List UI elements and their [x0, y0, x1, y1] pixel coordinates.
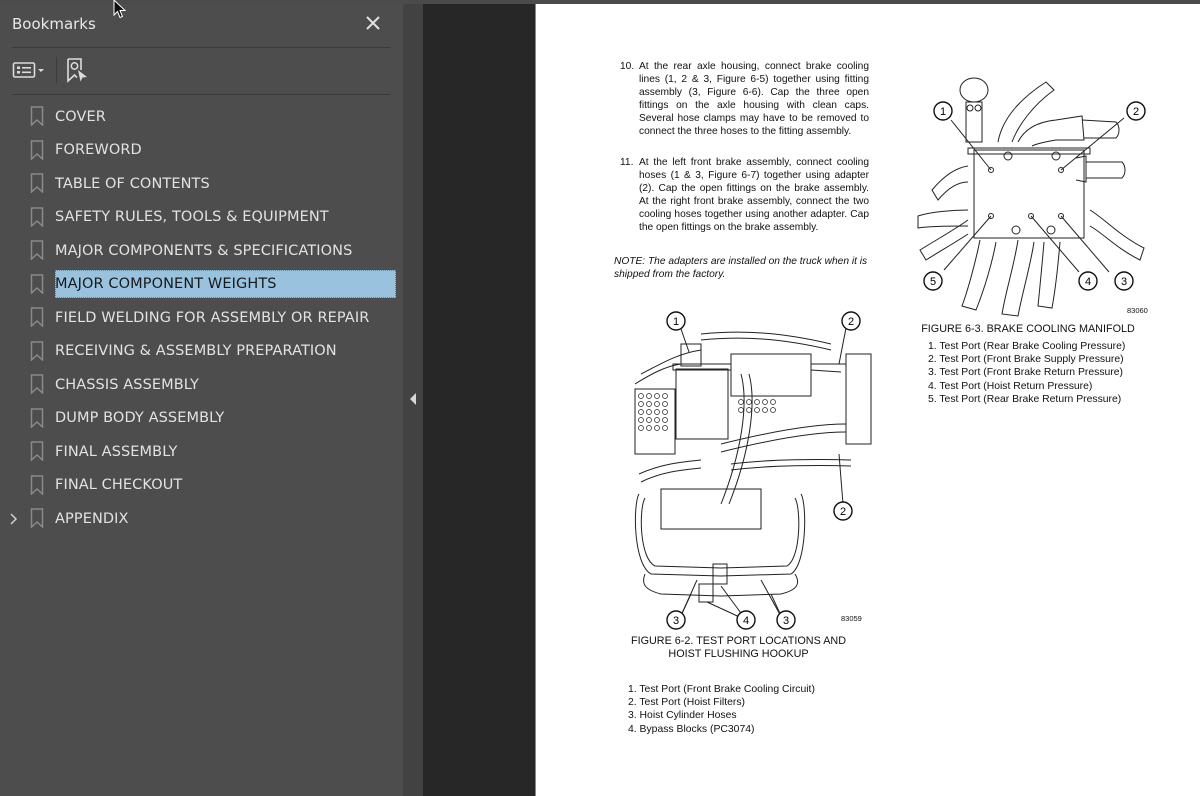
bookmark-icon: [30, 508, 44, 528]
bookmark-label: FOREWORD: [55, 142, 142, 159]
callout-4: 4: [1085, 276, 1091, 288]
legend-item: 1. Test Port (Front Brake Cooling Circui…: [628, 684, 815, 695]
header-divider: [12, 47, 390, 48]
legend-item: 1. Test Port (Rear Brake Cooling Pressur…: [928, 341, 1126, 352]
legend-item: 5. Test Port (Rear Brake Return Pressure…: [928, 393, 1122, 405]
figure-6-2-legend: 1. Test Port (Front Brake Cooling Circui…: [628, 683, 815, 736]
pdf-page: 10. At the rear axle housing, connect br…: [535, 4, 1200, 796]
bookmark-icon: [30, 340, 44, 361]
step-text: At the left front brake assembly, connec…: [639, 157, 869, 233]
bookmark-icon: [30, 206, 44, 227]
legend-item: 3. Test Port (Front Brake Return Pressur…: [928, 367, 1123, 379]
figure-6-3-drawing: 1 2 3 4 5: [917, 77, 1146, 317]
bookmark-icon: [30, 307, 44, 327]
bookmark-list: COVER FOREWORD TABLE OF CONTENTS SAFETY RUL…: [0, 100, 403, 536]
step-11: 11. At the left front brake assembly, co…: [620, 157, 869, 234]
bookmark-item[interactable]: TABLE OF CONTENTS: [0, 167, 403, 201]
callout-2: 2: [840, 506, 846, 518]
panel-splitter[interactable]: [403, 4, 423, 796]
find-current-bookmark-icon: [67, 58, 87, 83]
bookmark-item[interactable]: FIELD WELDING FOR ASSEMBLY OR REPAIR: [0, 301, 403, 335]
bookmark-icon: [30, 474, 44, 495]
close-panel-button[interactable]: [362, 12, 384, 34]
list-options-icon: [12, 62, 36, 78]
bookmark-label: COVER: [55, 108, 106, 125]
callout-3: 3: [673, 615, 679, 627]
bookmark-label: TABLE OF CONTENTS: [55, 175, 210, 192]
callout-2: 2: [848, 316, 854, 328]
legend-item: 2. Test Port (Front Brake Supply Pressur…: [928, 354, 1124, 366]
bookmark-label: FINAL ASSEMBLY: [55, 443, 178, 460]
bookmark-label: RECEIVING & ASSEMBLY PREPARATION: [55, 343, 337, 360]
callouts: 1 2 3 4 5: [923, 101, 1146, 291]
mouse-cursor-icon: [113, 0, 127, 19]
chevron-down-icon: [38, 69, 44, 72]
legend-item: 4. Test Port (Hoist Return Pressure): [928, 380, 1093, 392]
step-number: 10.: [620, 61, 635, 72]
callout-3: 3: [1121, 276, 1127, 288]
legend-item: 3. Hoist Cylinder Hoses: [628, 710, 737, 722]
close-icon: [366, 16, 380, 30]
bookmark-icon: [30, 407, 44, 428]
bookmark-icon: [30, 240, 44, 260]
bookmark-icon: [30, 374, 44, 394]
toolbar-divider: [12, 94, 390, 95]
bookmark-label: CHASSIS ASSEMBLY: [55, 376, 200, 393]
drawing-number: 83060: [1127, 306, 1148, 315]
note-text: NOTE: The adapters are installed on the …: [614, 256, 868, 280]
step-text: At the rear axle housing, connect brake …: [639, 61, 869, 137]
panel-title: Bookmarks: [12, 15, 96, 33]
bookmark-item[interactable]: APPENDIX: [0, 502, 403, 536]
toolbar-separator: [56, 57, 57, 83]
figure-6-2-drawing: 1 2 2 3 4 3: [634, 311, 872, 630]
callout-3: 3: [783, 615, 789, 627]
bookmark-options-button[interactable]: [12, 60, 46, 80]
caption-line: FIGURE 6-2. TEST PORT LOCATIONS AND: [631, 635, 846, 647]
bookmark-item[interactable]: CHASSIS ASSEMBLY: [0, 368, 403, 402]
bookmark-icon: [30, 106, 44, 126]
bookmark-label: MAJOR COMPONENTS & SPECIFICATIONS: [55, 242, 353, 259]
callout-5: 5: [930, 276, 936, 288]
bookmark-label: DUMP BODY ASSEMBLY: [55, 410, 225, 427]
caption-line: HOIST FLUSHING HOOKUP: [668, 648, 809, 660]
legend-item: 4. Bypass Blocks (PC3074): [628, 723, 755, 735]
bookmark-icon: [30, 441, 44, 461]
bookmark-item[interactable]: MAJOR COMPONENTS & SPECIFICATIONS: [0, 234, 403, 268]
bookmark-item[interactable]: FOREWORD: [0, 134, 403, 168]
triangle-left-icon[interactable]: [408, 392, 418, 406]
callout-2: 2: [1133, 106, 1139, 118]
bookmarks-panel: Bookmarks COVER FOREWORD TABLE OF CONTEN…: [0, 4, 403, 796]
bookmark-label: FINAL CHECKOUT: [55, 477, 183, 494]
bookmark-label: MAJOR COMPONENT WEIGHTS: [55, 270, 396, 299]
step-10: 10. At the rear axle housing, connect br…: [620, 61, 869, 138]
bookmark-item[interactable]: MAJOR COMPONENT WEIGHTS: [0, 268, 403, 302]
bookmark-item[interactable]: FINAL CHECKOUT: [0, 469, 403, 503]
bookmark-item[interactable]: RECEIVING & ASSEMBLY PREPARATION: [0, 335, 403, 369]
bookmark-label: APPENDIX: [55, 510, 129, 527]
step-number: 11.: [620, 157, 634, 168]
bookmark-item[interactable]: FINAL ASSEMBLY: [0, 435, 403, 469]
legend-item: 2. Test Port (Hoist Filters): [628, 697, 746, 709]
figure-6-3-legend: 1. Test Port (Rear Brake Cooling Pressur…: [928, 340, 1125, 406]
bookmark-item[interactable]: SAFETY RULES, TOOLS & EQUIPMENT: [0, 201, 403, 235]
figure-6-3-caption: FIGURE 6-3. BRAKE COOLING MANIFOLD: [921, 323, 1135, 335]
bookmark-icon: [30, 173, 44, 193]
bookmarks-toolbar: [12, 56, 89, 84]
bookmark-item[interactable]: DUMP BODY ASSEMBLY: [0, 402, 403, 436]
callout-1: 1: [940, 106, 946, 118]
drawing-number: 83059: [841, 614, 862, 623]
bookmark-icon: [30, 139, 44, 160]
bookmark-label: FIELD WELDING FOR ASSEMBLY OR REPAIR: [55, 309, 370, 326]
callout-1: 1: [673, 316, 679, 328]
callout-4: 4: [743, 615, 749, 627]
bookmark-item[interactable]: COVER: [0, 100, 403, 134]
bookmark-label: SAFETY RULES, TOOLS & EQUIPMENT: [55, 209, 329, 226]
bookmark-icon: [30, 273, 44, 294]
chevron-right-icon[interactable]: [8, 512, 20, 526]
figure-6-2-caption: FIGURE 6-2. TEST PORT LOCATIONS AND HOIS…: [616, 635, 861, 661]
find-current-bookmark-button[interactable]: [65, 57, 89, 83]
